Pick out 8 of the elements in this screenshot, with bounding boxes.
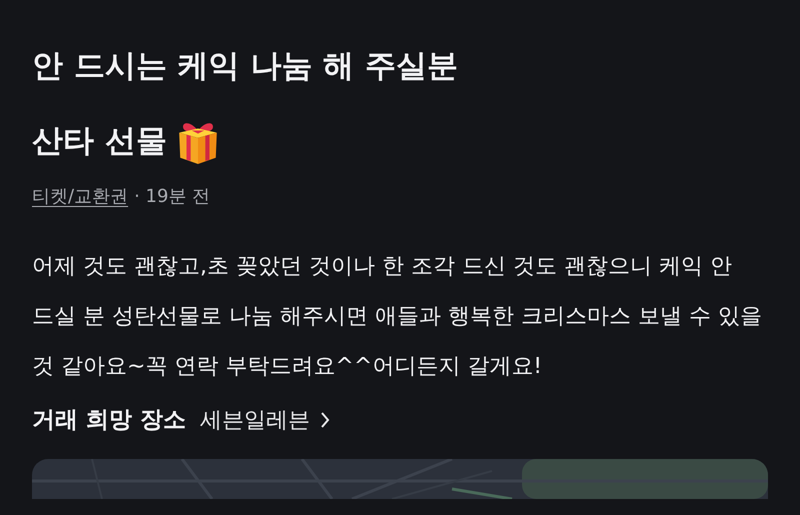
- place-link[interactable]: 세븐일레븐: [200, 404, 330, 434]
- chevron-right-icon: [320, 410, 330, 428]
- post-title: 안 드시는 케익 나눔 해 주실분: [32, 46, 458, 86]
- description-text: 어제 것도 괜찮고,초 꽂았던 것이나 한 조각 드신 것도 괜찮으니 케익 안 드실 분 성탄선물로 나눔 해주시면 애들과 행복한 크리스마스 보낼 수 있을 것 같아요~꼭 연락 부탁드려요^^어디든지 갈게요!: [32, 253, 763, 381]
- post-time: · 19분 전: [134, 185, 210, 208]
- place-label: 거래 희망 장소: [32, 406, 186, 435]
- post-title: 산타 선물: [32, 122, 167, 160]
- category-link[interactable]: 티켓/교환권: [32, 184, 128, 208]
